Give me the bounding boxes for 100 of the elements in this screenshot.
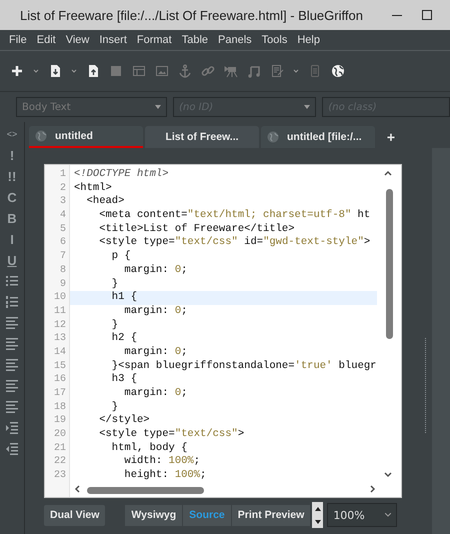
caret-icon[interactable] <box>33 68 39 74</box>
caret-icon[interactable] <box>293 68 299 74</box>
code-line: <meta content="text/html; charset=utf-8" ht <box>98 209 372 223</box>
code-line: } <box>110 318 120 332</box>
view-tab[interactable]: Wysiwyg <box>125 504 182 526</box>
globe-icon <box>35 130 47 142</box>
menu-item[interactable]: Help <box>292 34 325 46</box>
code-line: } <box>110 400 120 414</box>
line-number: 10 <box>52 291 67 305</box>
view-tab[interactable]: Print Preview <box>232 504 310 526</box>
scroll-left-icon[interactable] <box>73 485 81 493</box>
scroll-right-icon[interactable] <box>369 485 377 493</box>
code-line: <title>List of Freeware</title> <box>98 222 296 236</box>
stop-icon[interactable] <box>109 64 123 78</box>
line-number: 17 <box>52 387 67 401</box>
line-number: 16 <box>52 373 67 387</box>
bullet-list-icon[interactable] <box>6 275 18 287</box>
tab[interactable]: untitled <box>29 126 143 148</box>
globe-icon <box>267 131 279 143</box>
format-button[interactable]: <> <box>6 124 18 145</box>
align-icon[interactable] <box>6 380 18 392</box>
line-number: 9 <box>58 278 67 292</box>
line-number: 12 <box>52 318 67 332</box>
code-line: margin: 0; <box>123 346 188 360</box>
maximize-icon[interactable] <box>420 8 434 22</box>
align-icon[interactable] <box>6 401 18 413</box>
format-button[interactable]: ! <box>10 145 14 166</box>
line-number: 21 <box>52 442 67 456</box>
scrollbar-thumb[interactable] <box>386 189 393 339</box>
scroll-up-icon[interactable] <box>384 169 392 177</box>
outdent-icon[interactable] <box>6 443 18 455</box>
dual-view-button[interactable]: Dual View <box>44 504 106 526</box>
menu-item[interactable]: View <box>60 34 94 46</box>
format-button[interactable]: C <box>7 187 17 208</box>
format-button[interactable]: !! <box>8 166 16 187</box>
table-icon[interactable] <box>132 64 146 78</box>
line-number: 2 <box>58 182 67 196</box>
line-number: 8 <box>58 264 67 278</box>
format-button[interactable]: I <box>10 229 14 250</box>
line-number: 3 <box>58 195 67 210</box>
up-arrow-icon[interactable] <box>314 506 321 510</box>
tab[interactable]: untitled [file:/... <box>261 126 375 148</box>
page-upload-icon[interactable] <box>86 64 100 78</box>
caret-icon <box>155 105 162 109</box>
align-icon[interactable] <box>6 317 18 329</box>
menu-item[interactable]: Format <box>132 34 177 46</box>
edit-document-icon[interactable] <box>270 64 284 78</box>
code-line: margin: 0; <box>123 304 188 319</box>
line-number: 1 <box>58 168 67 182</box>
align-icon[interactable] <box>6 338 18 350</box>
format-button[interactable]: B <box>7 208 17 229</box>
down-arrow-icon[interactable] <box>314 520 321 524</box>
code-line: width: 100%; <box>123 455 202 469</box>
window-title: List of Freeware [file:/.../List Of Freeware.html] - BlueGriffon <box>20 8 364 22</box>
line-number: 14 <box>52 346 67 360</box>
globe-icon[interactable] <box>331 64 345 78</box>
numbered-list-icon[interactable] <box>6 296 18 308</box>
line-number: 11 <box>52 304 67 319</box>
menu-item[interactable]: File <box>4 34 32 46</box>
line-number: 18 <box>52 400 67 414</box>
zoom-select[interactable]: 100% <box>327 503 398 527</box>
link-icon[interactable] <box>201 64 215 78</box>
menu-item[interactable]: Insert <box>94 34 132 46</box>
new-tab-button[interactable]: + <box>377 126 405 148</box>
align-icon[interactable] <box>6 359 18 371</box>
line-number: 20 <box>52 428 67 442</box>
music-note-icon[interactable] <box>247 64 261 78</box>
code-line: <head> <box>86 195 126 210</box>
line-number: 19 <box>52 414 67 428</box>
line-number: 7 <box>58 250 67 264</box>
line-number: 4 <box>58 209 67 223</box>
scroll-down-icon[interactable] <box>384 471 392 479</box>
scrollbar-thumb[interactable] <box>87 487 204 494</box>
line-number: 23 <box>52 469 67 483</box>
code-line: margin: 0; <box>123 264 188 278</box>
menu-item[interactable]: Tools <box>256 34 292 46</box>
code-line: h2 { <box>110 332 138 346</box>
code-line: <style type="text/css"> <box>98 428 246 442</box>
menu-item[interactable]: Panels <box>213 34 257 46</box>
caret-icon <box>385 513 392 517</box>
menu-item[interactable]: Table <box>176 34 214 46</box>
code-line: p { <box>110 250 132 264</box>
caret-icon <box>304 105 310 109</box>
film-camera-icon[interactable] <box>224 64 238 78</box>
line-number: 22 <box>52 455 67 470</box>
menu-item[interactable]: Edit <box>32 34 61 46</box>
image-icon[interactable] <box>155 64 169 78</box>
code-line: margin: 0; <box>123 387 188 401</box>
page-download-icon[interactable] <box>48 64 62 78</box>
code-line: h3 { <box>110 373 138 387</box>
indent-icon[interactable] <box>6 422 18 434</box>
line-number: 6 <box>58 236 67 250</box>
caret-icon[interactable] <box>71 68 77 74</box>
plus-icon[interactable] <box>10 64 24 78</box>
tab[interactable]: List of Freew... <box>145 126 259 148</box>
format-button[interactable]: U <box>7 250 17 271</box>
spin-button[interactable] <box>312 502 324 528</box>
code-line: } <box>110 278 120 291</box>
anchor-icon[interactable] <box>178 64 192 78</box>
code-line: <!DOCTYPE html> <box>73 168 170 182</box>
